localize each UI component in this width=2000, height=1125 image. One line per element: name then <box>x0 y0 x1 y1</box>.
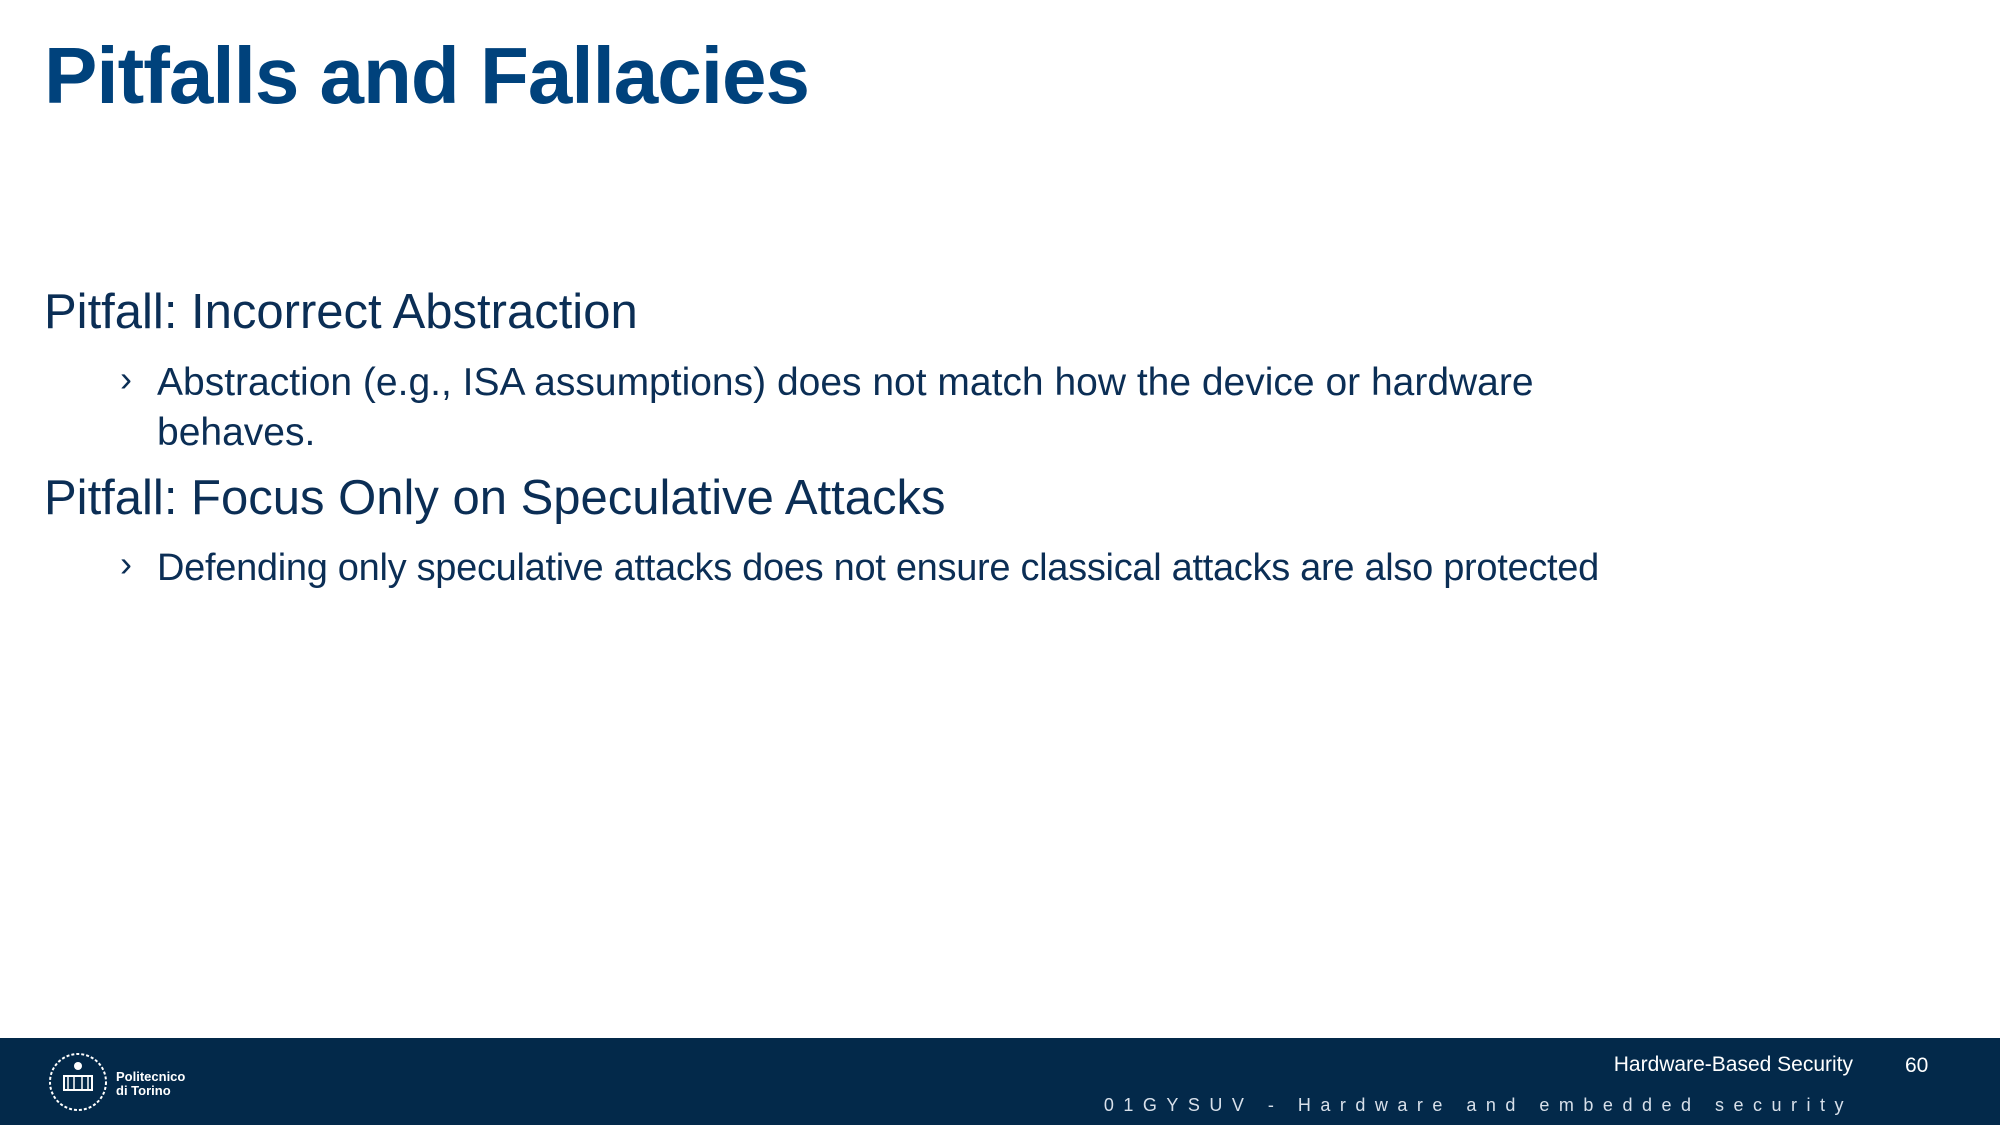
course-code: 01GYSUV - Hardware and embedded security <box>1103 1095 1853 1115</box>
slide-title: Pitfalls and Fallacies <box>44 31 810 120</box>
page-number: 60 <box>1905 1054 1929 1077</box>
heading-incorrect-abstraction: Pitfall: Incorrect Abstraction <box>44 285 638 339</box>
bullet-text-line-1: Abstraction (e.g., ISA assumptions) does… <box>157 361 1534 404</box>
bullet-chevron-icon: › <box>120 543 132 584</box>
footer-bar: Politecnico di Torino Hardware-Based Sec… <box>0 1038 2000 1125</box>
logo-text-line-2: di Torino <box>116 1083 171 1098</box>
politecnico-seal-icon <box>49 1053 107 1111</box>
bullet-text-line-2: behaves. <box>157 411 316 454</box>
logo-text-line-1: Politecnico <box>116 1069 186 1084</box>
heading-speculative-attacks: Pitfall: Focus Only on Speculative Attac… <box>44 471 946 525</box>
logo-text: Politecnico di Torino <box>116 1070 185 1098</box>
bullet-text-line-1: Defending only speculative attacks does … <box>157 547 1599 589</box>
bullet-chevron-icon: › <box>120 358 132 399</box>
course-title: Hardware-Based Security <box>1613 1053 1853 1076</box>
